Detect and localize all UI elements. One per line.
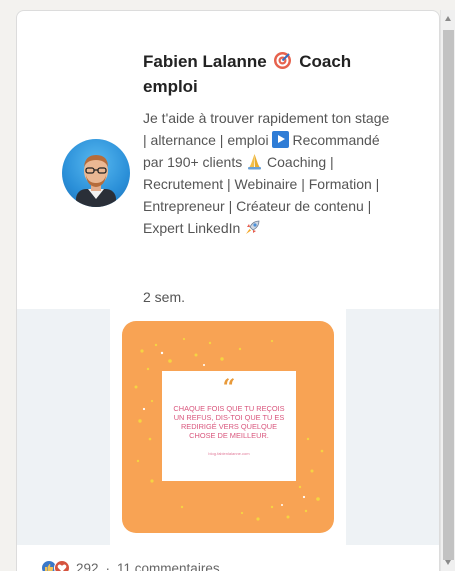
post-image[interactable]: “ CHAQUE FOIS QUE TU REÇOIS UN REFUS, DI…: [110, 309, 346, 545]
scrollbar[interactable]: [440, 10, 455, 571]
comments-count[interactable]: 11 commentaires: [117, 561, 220, 571]
author-name[interactable]: Fabien Lalanne Coach emploi: [143, 49, 393, 99]
social-counts[interactable]: 292 · 11 commentaires: [41, 556, 220, 571]
reactions-count[interactable]: 292: [76, 561, 99, 571]
post-timestamp: 2 sem.: [143, 289, 186, 305]
target-icon: [273, 51, 292, 70]
quote-card: “ CHAQUE FOIS QUE TU REÇOIS UN REFUS, DI…: [162, 371, 296, 481]
quote-mark: “: [222, 375, 236, 401]
love-icon: [54, 560, 70, 571]
rocket-icon: [244, 219, 261, 236]
quote-text: CHAQUE FOIS QUE TU REÇOIS UN REFUS, DIS-…: [173, 404, 285, 440]
author-headline: Je t'aide à trouver rapidement ton stage…: [143, 107, 393, 239]
author-avatar[interactable]: [62, 139, 130, 207]
quote-background: “ CHAQUE FOIS QUE TU REÇOIS UN REFUS, DI…: [122, 321, 334, 533]
scroll-thumb[interactable]: [443, 30, 454, 560]
play-icon: [272, 131, 290, 148]
separator: ·: [105, 560, 111, 571]
pray-icon: [246, 153, 263, 170]
scroll-down-arrow-icon[interactable]: [441, 554, 455, 571]
post-card: Fabien Lalanne Coach emploi Je t'aide à …: [16, 10, 440, 571]
quote-site: blog.fabienlalanne.com: [208, 451, 250, 456]
scroll-up-arrow-icon[interactable]: [441, 10, 455, 27]
post-image-area[interactable]: “ CHAQUE FOIS QUE TU REÇOIS UN REFUS, DI…: [17, 309, 439, 545]
author-name-text[interactable]: Fabien Lalanne: [143, 52, 267, 71]
